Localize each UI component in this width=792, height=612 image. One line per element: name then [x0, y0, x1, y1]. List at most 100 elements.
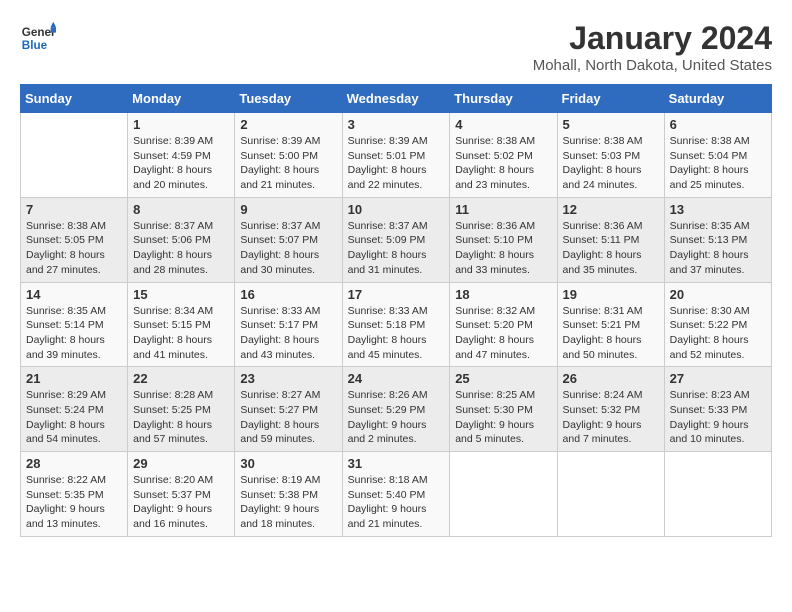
day-number: 25 [455, 371, 551, 386]
day-info: Sunrise: 8:26 AMSunset: 5:29 PMDaylight:… [348, 388, 445, 447]
day-info: Sunrise: 8:35 AMSunset: 5:13 PMDaylight:… [670, 219, 766, 278]
calendar-cell: 12Sunrise: 8:36 AMSunset: 5:11 PMDayligh… [557, 197, 664, 282]
calendar-cell: 1Sunrise: 8:39 AMSunset: 4:59 PMDaylight… [128, 113, 235, 198]
day-number: 26 [563, 371, 659, 386]
day-number: 28 [26, 456, 122, 471]
calendar-table: SundayMondayTuesdayWednesdayThursdayFrid… [20, 84, 772, 537]
svg-text:Blue: Blue [22, 39, 48, 52]
calendar-cell: 26 Sunrise: 8:24 AMSunset: 5:32 PMDayligh… [557, 367, 664, 452]
calendar-cell: 2 Sunrise: 8:39 AMSunset: 5:00 PMDaylight… [235, 113, 342, 198]
day-info: Sunrise: 8:29 AMSunset: 5:24 PMDaylight:… [26, 388, 122, 447]
calendar-cell: 5 Sunrise: 8:38 AMSunset: 5:03 PMDaylight… [557, 113, 664, 198]
calendar-cell: 27Sunrise: 8:23 AMSunset: 5:33 PMDayligh… [664, 367, 771, 452]
day-header-thursday: Thursday [450, 85, 557, 113]
week-row-2: 7 Sunrise: 8:38 AMSunset: 5:05 PMDaylight… [21, 197, 772, 282]
day-info: Sunrise: 8:33 AMSunset: 5:18 PMDaylight:… [348, 304, 445, 363]
day-info: Sunrise: 8:39 AMSunset: 5:00 PMDaylight:… [240, 134, 336, 193]
day-number: 15 [133, 287, 229, 302]
day-number: 8 [133, 202, 229, 217]
day-info: Sunrise: 8:38 AMSunset: 5:04 PMDaylight:… [670, 134, 766, 193]
calendar-cell [664, 452, 771, 537]
day-info: Sunrise: 8:37 AMSunset: 5:09 PMDaylight:… [348, 219, 445, 278]
day-number: 29 [133, 456, 229, 471]
day-number: 13 [670, 202, 766, 217]
day-number: 9 [240, 202, 336, 217]
day-info: Sunrise: 8:30 AMSunset: 5:22 PMDaylight:… [670, 304, 766, 363]
calendar-title: January 2024 [533, 20, 772, 57]
day-number: 20 [670, 287, 766, 302]
day-info: Sunrise: 8:20 AMSunset: 5:37 PMDaylight:… [133, 473, 229, 532]
calendar-cell: 6Sunrise: 8:38 AMSunset: 5:04 PMDaylight… [664, 113, 771, 198]
day-info: Sunrise: 8:18 AMSunset: 5:40 PMDaylight:… [348, 473, 445, 532]
calendar-cell [557, 452, 664, 537]
calendar-cell: 29 Sunrise: 8:20 AMSunset: 5:37 PMDayligh… [128, 452, 235, 537]
day-number: 11 [455, 202, 551, 217]
title-block: January 2024 Mohall, North Dakota, Unite… [533, 20, 772, 74]
day-number: 31 [348, 456, 445, 471]
calendar-cell: 31 Sunrise: 8:18 AMSunset: 5:40 PMDayligh… [342, 452, 450, 537]
day-number: 7 [26, 202, 122, 217]
day-number: 4 [455, 117, 551, 132]
day-info: Sunrise: 8:24 AMSunset: 5:32 PMDaylight:… [563, 388, 659, 447]
calendar-cell: 22 Sunrise: 8:28 AMSunset: 5:25 PMDayligh… [128, 367, 235, 452]
day-info: Sunrise: 8:39 AMSunset: 5:01 PMDaylight:… [348, 134, 445, 193]
day-number: 19 [563, 287, 659, 302]
calendar-cell: 4 Sunrise: 8:38 AMSunset: 5:02 PMDaylight… [450, 113, 557, 198]
day-info: Sunrise: 8:27 AMSunset: 5:27 PMDaylight:… [240, 388, 336, 447]
calendar-cell: 14 Sunrise: 8:35 AMSunset: 5:14 PMDayligh… [21, 282, 128, 367]
day-info: Sunrise: 8:37 AMSunset: 5:07 PMDaylight:… [240, 219, 336, 278]
day-info: Sunrise: 8:38 AMSunset: 5:05 PMDaylight:… [26, 219, 122, 278]
week-row-3: 14 Sunrise: 8:35 AMSunset: 5:14 PMDayligh… [21, 282, 772, 367]
calendar-cell: 11 Sunrise: 8:36 AMSunset: 5:10 PMDayligh… [450, 197, 557, 282]
calendar-subtitle: Mohall, North Dakota, United States [533, 57, 772, 74]
day-header-sunday: Sunday [21, 85, 128, 113]
day-info: Sunrise: 8:34 AMSunset: 5:15 PMDaylight:… [133, 304, 229, 363]
day-number: 3 [348, 117, 445, 132]
day-number: 2 [240, 117, 336, 132]
day-header-tuesday: Tuesday [235, 85, 342, 113]
day-number: 5 [563, 117, 659, 132]
day-info: Sunrise: 8:35 AMSunset: 5:14 PMDaylight:… [26, 304, 122, 363]
day-header-monday: Monday [128, 85, 235, 113]
calendar-cell: 17 Sunrise: 8:33 AMSunset: 5:18 PMDayligh… [342, 282, 450, 367]
calendar-cell: 8Sunrise: 8:37 AMSunset: 5:06 PMDaylight… [128, 197, 235, 282]
logo-icon: General Blue [20, 20, 56, 56]
day-number: 12 [563, 202, 659, 217]
calendar-cell [450, 452, 557, 537]
day-info: Sunrise: 8:38 AMSunset: 5:03 PMDaylight:… [563, 134, 659, 193]
day-header-wednesday: Wednesday [342, 85, 450, 113]
calendar-cell: 15 Sunrise: 8:34 AMSunset: 5:15 PMDayligh… [128, 282, 235, 367]
day-number: 18 [455, 287, 551, 302]
day-number: 10 [348, 202, 445, 217]
calendar-cell: 19Sunrise: 8:31 AMSunset: 5:21 PMDayligh… [557, 282, 664, 367]
calendar-cell: 7 Sunrise: 8:38 AMSunset: 5:05 PMDaylight… [21, 197, 128, 282]
logo: General Blue [20, 20, 56, 56]
calendar-cell: 9 Sunrise: 8:37 AMSunset: 5:07 PMDaylight… [235, 197, 342, 282]
page-header: General Blue January 2024 Mohall, North … [20, 20, 772, 74]
calendar-cell: 3 Sunrise: 8:39 AMSunset: 5:01 PMDaylight… [342, 113, 450, 198]
week-row-1: 1Sunrise: 8:39 AMSunset: 4:59 PMDaylight… [21, 113, 772, 198]
calendar-cell: 21Sunrise: 8:29 AMSunset: 5:24 PMDayligh… [21, 367, 128, 452]
day-number: 17 [348, 287, 445, 302]
day-info: Sunrise: 8:38 AMSunset: 5:02 PMDaylight:… [455, 134, 551, 193]
day-header-friday: Friday [557, 85, 664, 113]
day-number: 23 [240, 371, 336, 386]
day-info: Sunrise: 8:33 AMSunset: 5:17 PMDaylight:… [240, 304, 336, 363]
day-number: 14 [26, 287, 122, 302]
calendar-cell: 30Sunrise: 8:19 AMSunset: 5:38 PMDayligh… [235, 452, 342, 537]
day-header-saturday: Saturday [664, 85, 771, 113]
calendar-cell: 23 Sunrise: 8:27 AMSunset: 5:27 PMDayligh… [235, 367, 342, 452]
day-info: Sunrise: 8:22 AMSunset: 5:35 PMDaylight:… [26, 473, 122, 532]
calendar-cell [21, 113, 128, 198]
day-number: 22 [133, 371, 229, 386]
calendar-cell: 10 Sunrise: 8:37 AMSunset: 5:09 PMDayligh… [342, 197, 450, 282]
calendar-cell: 28 Sunrise: 8:22 AMSunset: 5:35 PMDayligh… [21, 452, 128, 537]
calendar-cell: 24Sunrise: 8:26 AMSunset: 5:29 PMDayligh… [342, 367, 450, 452]
day-number: 16 [240, 287, 336, 302]
day-info: Sunrise: 8:36 AMSunset: 5:10 PMDaylight:… [455, 219, 551, 278]
week-row-5: 28 Sunrise: 8:22 AMSunset: 5:35 PMDayligh… [21, 452, 772, 537]
day-number: 30 [240, 456, 336, 471]
day-info: Sunrise: 8:25 AMSunset: 5:30 PMDaylight:… [455, 388, 551, 447]
calendar-cell: 25 Sunrise: 8:25 AMSunset: 5:30 PMDayligh… [450, 367, 557, 452]
day-info: Sunrise: 8:28 AMSunset: 5:25 PMDaylight:… [133, 388, 229, 447]
